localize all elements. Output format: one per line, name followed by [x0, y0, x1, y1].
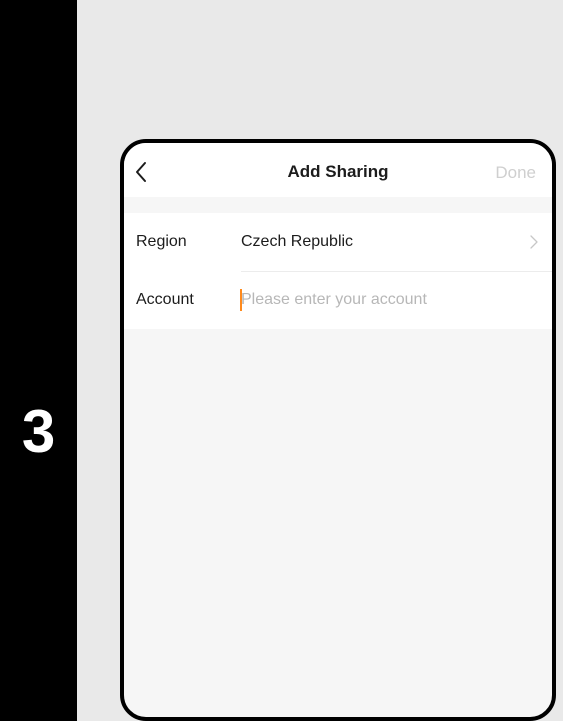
phone-frame: Add Sharing Done Region Czech Republic A…: [120, 139, 556, 721]
navigation-bar: Add Sharing Done: [124, 143, 552, 197]
region-row[interactable]: Region Czech Republic: [124, 213, 552, 272]
region-value: Czech Republic: [241, 233, 354, 250]
account-input[interactable]: [241, 284, 546, 316]
region-label: Region: [136, 233, 187, 250]
chevron-right-icon: [530, 235, 538, 249]
step-number: 3: [21, 398, 56, 465]
done-button[interactable]: Done: [495, 163, 536, 183]
share-form: Region Czech Republic Account: [124, 213, 552, 329]
page-title: Add Sharing: [287, 162, 389, 181]
account-label: Account: [136, 291, 194, 308]
account-row: Account: [124, 271, 552, 329]
step-sidebar: 3: [0, 0, 77, 721]
